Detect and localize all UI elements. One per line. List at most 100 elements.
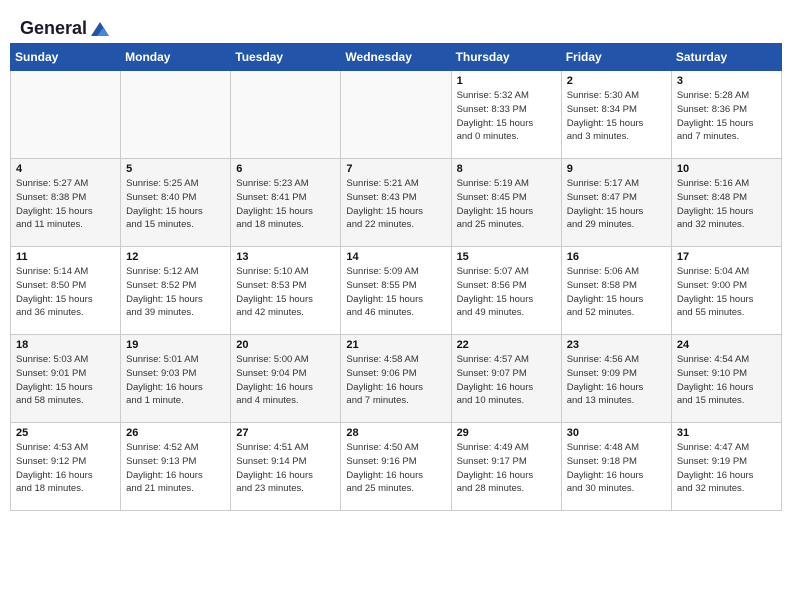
calendar-day: 25Sunrise: 4:53 AM Sunset: 9:12 PM Dayli…	[11, 423, 121, 511]
day-number: 5	[126, 163, 225, 175]
calendar-day: 21Sunrise: 4:58 AM Sunset: 9:06 PM Dayli…	[341, 335, 451, 423]
day-info: Sunrise: 5:25 AM Sunset: 8:40 PM Dayligh…	[126, 177, 225, 232]
day-number: 17	[677, 251, 776, 263]
day-number: 14	[346, 251, 445, 263]
calendar-day: 4 Sunrise: 5:27 AM Sunset: 8:38 PM Daylig…	[11, 159, 121, 247]
day-number: 24	[677, 339, 776, 351]
day-info: Sunrise: 5:03 AM Sunset: 9:01 PM Dayligh…	[16, 353, 115, 408]
day-number: 8	[457, 163, 556, 175]
calendar-day	[341, 71, 451, 159]
calendar-day: 16Sunrise: 5:06 AM Sunset: 8:58 PM Dayli…	[561, 247, 671, 335]
logo-icon	[89, 20, 111, 38]
calendar-day: 14 Sunrise: 5:09 AM Sunset: 8:55 PM Dayli…	[341, 247, 451, 335]
day-info: Sunrise: 4:52 AM Sunset: 9:13 PM Dayligh…	[126, 441, 225, 496]
logo-general: General	[20, 18, 87, 39]
header-tuesday: Tuesday	[231, 44, 341, 71]
calendar-day: 11 Sunrise: 5:14 AM Sunset: 8:50 PM Dayli…	[11, 247, 121, 335]
calendar-week-row: 1Sunrise: 5:32 AM Sunset: 8:33 PM Daylig…	[11, 71, 782, 159]
day-number: 3	[677, 75, 776, 87]
day-info: Sunrise: 5:09 AM Sunset: 8:55 PM Dayligh…	[346, 265, 445, 320]
day-number: 27	[236, 427, 335, 439]
day-number: 22	[457, 339, 556, 351]
day-info: Sunrise: 5:16 AM Sunset: 8:48 PM Dayligh…	[677, 177, 776, 232]
header-thursday: Thursday	[451, 44, 561, 71]
day-number: 12	[126, 251, 225, 263]
logo: General	[20, 18, 111, 35]
day-info: Sunrise: 4:56 AM Sunset: 9:09 PM Dayligh…	[567, 353, 666, 408]
calendar-day: 30Sunrise: 4:48 AM Sunset: 9:18 PM Dayli…	[561, 423, 671, 511]
calendar: SundayMondayTuesdayWednesdayThursdayFrid…	[10, 43, 782, 511]
day-number: 10	[677, 163, 776, 175]
header-friday: Friday	[561, 44, 671, 71]
day-info: Sunrise: 4:49 AM Sunset: 9:17 PM Dayligh…	[457, 441, 556, 496]
day-number: 4	[16, 163, 115, 175]
day-info: Sunrise: 5:23 AM Sunset: 8:41 PM Dayligh…	[236, 177, 335, 232]
calendar-day: 22Sunrise: 4:57 AM Sunset: 9:07 PM Dayli…	[451, 335, 561, 423]
day-number: 15	[457, 251, 556, 263]
day-info: Sunrise: 5:00 AM Sunset: 9:04 PM Dayligh…	[236, 353, 335, 408]
header-sunday: Sunday	[11, 44, 121, 71]
day-info: Sunrise: 5:32 AM Sunset: 8:33 PM Dayligh…	[457, 89, 556, 144]
day-number: 6	[236, 163, 335, 175]
header-saturday: Saturday	[671, 44, 781, 71]
calendar-day	[121, 71, 231, 159]
calendar-day: 9 Sunrise: 5:17 AM Sunset: 8:47 PM Daylig…	[561, 159, 671, 247]
day-info: Sunrise: 5:17 AM Sunset: 8:47 PM Dayligh…	[567, 177, 666, 232]
day-info: Sunrise: 5:30 AM Sunset: 8:34 PM Dayligh…	[567, 89, 666, 144]
calendar-day: 26 Sunrise: 4:52 AM Sunset: 9:13 PM Dayli…	[121, 423, 231, 511]
calendar-day: 10 Sunrise: 5:16 AM Sunset: 8:48 PM Dayli…	[671, 159, 781, 247]
day-number: 2	[567, 75, 666, 87]
day-number: 30	[567, 427, 666, 439]
day-info: Sunrise: 4:51 AM Sunset: 9:14 PM Dayligh…	[236, 441, 335, 496]
day-number: 9	[567, 163, 666, 175]
calendar-day: 13 Sunrise: 5:10 AM Sunset: 8:53 PM Dayli…	[231, 247, 341, 335]
day-info: Sunrise: 5:10 AM Sunset: 8:53 PM Dayligh…	[236, 265, 335, 320]
day-info: Sunrise: 5:27 AM Sunset: 8:38 PM Dayligh…	[16, 177, 115, 232]
day-info: Sunrise: 4:53 AM Sunset: 9:12 PM Dayligh…	[16, 441, 115, 496]
day-info: Sunrise: 5:01 AM Sunset: 9:03 PM Dayligh…	[126, 353, 225, 408]
day-number: 13	[236, 251, 335, 263]
day-number: 11	[16, 251, 115, 263]
header-monday: Monday	[121, 44, 231, 71]
calendar-day: 1Sunrise: 5:32 AM Sunset: 8:33 PM Daylig…	[451, 71, 561, 159]
calendar-day: 27 Sunrise: 4:51 AM Sunset: 9:14 PM Dayli…	[231, 423, 341, 511]
day-info: Sunrise: 4:47 AM Sunset: 9:19 PM Dayligh…	[677, 441, 776, 496]
calendar-day	[231, 71, 341, 159]
day-number: 29	[457, 427, 556, 439]
header: General	[10, 10, 782, 39]
calendar-week-row: 25Sunrise: 4:53 AM Sunset: 9:12 PM Dayli…	[11, 423, 782, 511]
day-number: 18	[16, 339, 115, 351]
calendar-day: 7 Sunrise: 5:21 AM Sunset: 8:43 PM Daylig…	[341, 159, 451, 247]
calendar-day: 19 Sunrise: 5:01 AM Sunset: 9:03 PM Dayli…	[121, 335, 231, 423]
day-info: Sunrise: 5:14 AM Sunset: 8:50 PM Dayligh…	[16, 265, 115, 320]
calendar-day: 28Sunrise: 4:50 AM Sunset: 9:16 PM Dayli…	[341, 423, 451, 511]
day-info: Sunrise: 4:54 AM Sunset: 9:10 PM Dayligh…	[677, 353, 776, 408]
day-info: Sunrise: 5:07 AM Sunset: 8:56 PM Dayligh…	[457, 265, 556, 320]
calendar-day: 17 Sunrise: 5:04 AM Sunset: 9:00 PM Dayli…	[671, 247, 781, 335]
day-number: 26	[126, 427, 225, 439]
calendar-day: 18 Sunrise: 5:03 AM Sunset: 9:01 PM Dayli…	[11, 335, 121, 423]
day-info: Sunrise: 5:28 AM Sunset: 8:36 PM Dayligh…	[677, 89, 776, 144]
day-number: 23	[567, 339, 666, 351]
header-wednesday: Wednesday	[341, 44, 451, 71]
day-info: Sunrise: 5:19 AM Sunset: 8:45 PM Dayligh…	[457, 177, 556, 232]
day-number: 21	[346, 339, 445, 351]
day-info: Sunrise: 4:50 AM Sunset: 9:16 PM Dayligh…	[346, 441, 445, 496]
calendar-day: 3 Sunrise: 5:28 AM Sunset: 8:36 PM Daylig…	[671, 71, 781, 159]
day-info: Sunrise: 5:04 AM Sunset: 9:00 PM Dayligh…	[677, 265, 776, 320]
day-info: Sunrise: 5:06 AM Sunset: 8:58 PM Dayligh…	[567, 265, 666, 320]
calendar-week-row: 4 Sunrise: 5:27 AM Sunset: 8:38 PM Daylig…	[11, 159, 782, 247]
day-info: Sunrise: 5:21 AM Sunset: 8:43 PM Dayligh…	[346, 177, 445, 232]
calendar-day	[11, 71, 121, 159]
calendar-week-row: 11 Sunrise: 5:14 AM Sunset: 8:50 PM Dayli…	[11, 247, 782, 335]
day-number: 20	[236, 339, 335, 351]
calendar-day: 24 Sunrise: 4:54 AM Sunset: 9:10 PM Dayli…	[671, 335, 781, 423]
day-number: 19	[126, 339, 225, 351]
day-info: Sunrise: 5:12 AM Sunset: 8:52 PM Dayligh…	[126, 265, 225, 320]
calendar-day: 12 Sunrise: 5:12 AM Sunset: 8:52 PM Dayli…	[121, 247, 231, 335]
day-number: 31	[677, 427, 776, 439]
calendar-header-row: SundayMondayTuesdayWednesdayThursdayFrid…	[11, 44, 782, 71]
calendar-day: 5 Sunrise: 5:25 AM Sunset: 8:40 PM Daylig…	[121, 159, 231, 247]
calendar-day: 6 Sunrise: 5:23 AM Sunset: 8:41 PM Daylig…	[231, 159, 341, 247]
day-number: 7	[346, 163, 445, 175]
